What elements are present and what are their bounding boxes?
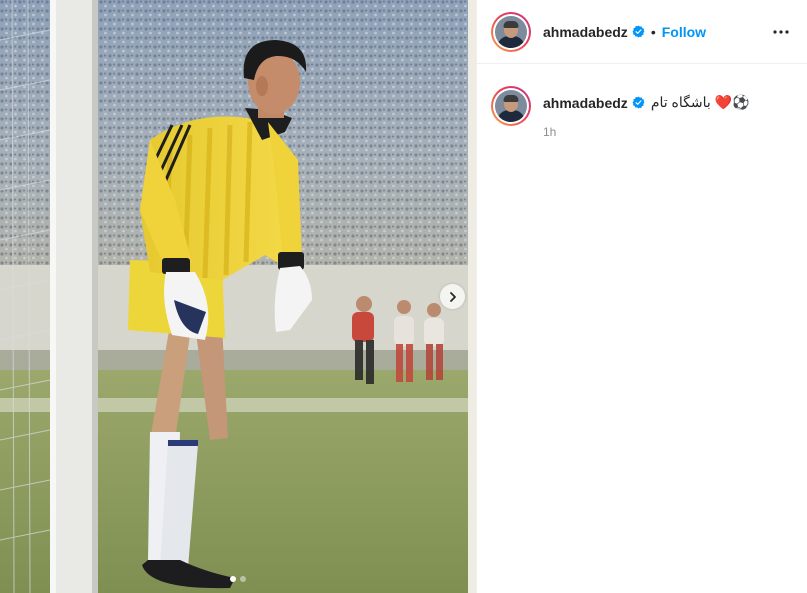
avatar-image xyxy=(495,15,527,48)
carousel-indicator xyxy=(0,576,476,582)
separator-dot: • xyxy=(650,23,656,40)
more-options-icon[interactable] xyxy=(769,26,793,38)
chevron-right-icon xyxy=(449,291,456,302)
caption-avatar[interactable] xyxy=(491,86,531,126)
carousel-dot xyxy=(230,576,236,582)
avatar[interactable] xyxy=(491,11,531,52)
follow-button[interactable]: Follow xyxy=(662,24,706,40)
post-media[interactable] xyxy=(0,0,476,593)
caption-row: ahmadabedz ⚽️❤️ باشگاه تام 1h xyxy=(477,64,807,139)
username-link[interactable]: ahmadabedz xyxy=(543,24,628,40)
avatar-image xyxy=(495,90,527,122)
post-header: ahmadabedz • Follow xyxy=(477,0,807,64)
caption-body: ahmadabedz ⚽️❤️ باشگاه تام 1h xyxy=(543,86,750,139)
next-slide-button[interactable] xyxy=(440,284,465,309)
post-timestamp[interactable]: 1h xyxy=(543,125,750,139)
verified-badge-icon xyxy=(632,25,645,38)
verified-badge-icon xyxy=(632,96,645,109)
post-photo xyxy=(0,0,476,593)
post-side-panel: ahmadabedz • Follow ahmadabedz ⚽️❤️ باشگ… xyxy=(476,0,807,593)
caption-username-link[interactable]: ahmadabedz xyxy=(543,95,628,111)
carousel-dot xyxy=(240,576,246,582)
caption-text: ⚽️❤️ باشگاه تام xyxy=(650,94,750,110)
